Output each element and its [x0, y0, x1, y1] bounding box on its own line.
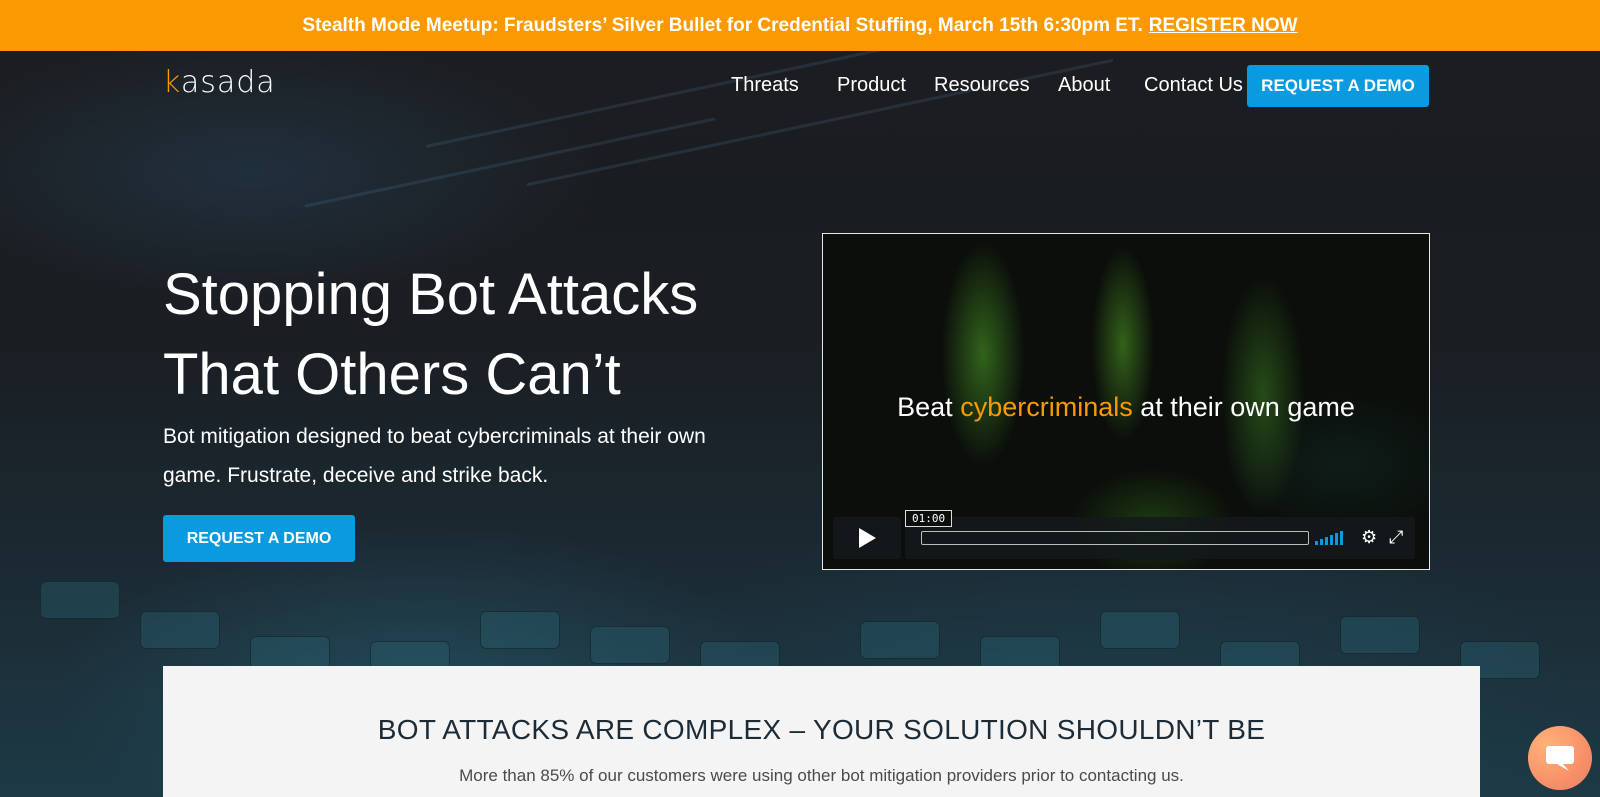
- video-player[interactable]: Beat cybercriminals at their own game ⚙ …: [822, 233, 1430, 570]
- hero-headline: Stopping Bot Attacks That Others Can’t: [163, 255, 763, 415]
- request-demo-hero-button[interactable]: REQUEST A DEMO: [163, 515, 355, 562]
- video-caption-suffix: at their own game: [1140, 392, 1355, 422]
- play-button[interactable]: [833, 517, 901, 559]
- volume-icon[interactable]: [1315, 529, 1343, 545]
- video-time: 01:00: [905, 510, 953, 527]
- fullscreen-icon[interactable]: ⤢: [1389, 527, 1403, 547]
- background-key: [40, 581, 120, 619]
- background-key: [590, 626, 670, 664]
- play-icon: [859, 528, 876, 548]
- background-key: [480, 611, 560, 649]
- background-key: [1340, 616, 1420, 654]
- video-caption-prefix: Beat: [897, 392, 953, 422]
- nav-product[interactable]: Product: [837, 74, 906, 97]
- main-nav: kasada Threats Product Resources About C…: [0, 51, 1600, 119]
- headline-line2: That Others Can’t: [163, 342, 621, 407]
- announcement-text: Stealth Mode Meetup: Fraudsters’ Silver …: [302, 14, 1143, 36]
- section-heading: BOT ATTACKS ARE COMPLEX – YOUR SOLUTION …: [377, 714, 1266, 745]
- register-now-link[interactable]: REGISTER NOW: [1149, 15, 1298, 37]
- settings-gear-icon[interactable]: ⚙: [1361, 527, 1377, 547]
- video-progress-bar[interactable]: [921, 531, 1309, 545]
- background-key: [1100, 611, 1180, 649]
- nav-contact-us[interactable]: Contact Us: [1144, 74, 1243, 97]
- nav-resources[interactable]: Resources: [934, 74, 1030, 97]
- logo-rest: asada: [180, 65, 276, 100]
- chat-bubble-icon: [1546, 746, 1574, 771]
- background-key: [140, 611, 220, 649]
- intro-section: BOT ATTACKS ARE COMPLEX – YOUR SOLUTION …: [163, 666, 1480, 797]
- section-body: More than 85% of our customers were usin…: [459, 766, 1184, 785]
- video-caption-highlight: cybercriminals: [960, 392, 1133, 422]
- video-caption: Beat cybercriminals at their own game: [823, 392, 1429, 423]
- hero-subhead: Bot mitigation designed to beat cybercri…: [163, 417, 743, 495]
- logo-k: k: [163, 65, 181, 100]
- nav-about[interactable]: About: [1058, 74, 1110, 97]
- announcement-bar: Stealth Mode Meetup: Fraudsters’ Silver …: [0, 0, 1600, 51]
- subhead-line1: Bot mitigation designed to beat cybercri…: [163, 425, 706, 448]
- video-controls: ⚙ ⤢: [905, 517, 1415, 559]
- nav-threats[interactable]: Threats: [731, 74, 799, 97]
- request-demo-nav-button[interactable]: REQUEST A DEMO: [1247, 65, 1429, 107]
- kasada-logo[interactable]: kasada: [163, 65, 276, 100]
- headline-line1: Stopping Bot Attacks: [163, 262, 699, 327]
- background-key: [860, 621, 940, 659]
- background-streak: [304, 117, 716, 208]
- subhead-line2: game. Frustrate, deceive and strike back…: [163, 464, 549, 487]
- chat-button[interactable]: [1528, 726, 1592, 790]
